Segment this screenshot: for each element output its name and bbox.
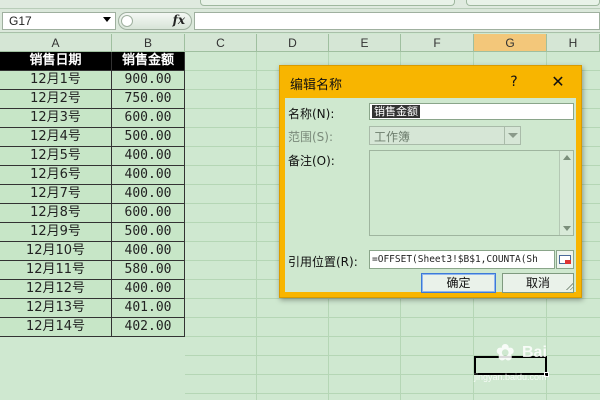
watermark-url: jingyan.baidu.com [474, 372, 547, 382]
amount-cell[interactable]: 400.00 [112, 185, 185, 204]
amount-cell[interactable]: 400.00 [112, 242, 185, 261]
amount-cell[interactable]: 400.00 [112, 280, 185, 299]
grid-line [256, 52, 257, 400]
amount-cell[interactable]: 400.00 [112, 166, 185, 185]
date-cell[interactable]: 12月13号 [0, 299, 112, 318]
edit-name-dialog: 编辑名称 ? ✕ 名称(N): 销售金额 范围(S): 工作簿 备注(O): 引… [279, 65, 582, 298]
formula-bar-controls[interactable]: fx [118, 12, 192, 30]
name-label: 名称(N): [288, 107, 335, 121]
amount-cell[interactable]: 600.00 [112, 109, 185, 128]
amount-cell[interactable]: 402.00 [112, 318, 185, 337]
scope-value: 工作簿 [374, 130, 411, 144]
range-select-icon-accent [565, 260, 571, 264]
formula-bar: G17 fx [0, 9, 600, 33]
ribbon-group[interactable] [466, 0, 600, 6]
name-box-value: G17 [9, 14, 32, 28]
date-cell[interactable]: 12月8号 [0, 204, 112, 223]
chevron-down-icon[interactable] [504, 127, 520, 144]
date-cell[interactable]: 12月4号 [0, 128, 112, 147]
amount-cell[interactable]: 750.00 [112, 90, 185, 109]
column-header-f[interactable]: F [401, 34, 474, 52]
notes-textarea[interactable] [369, 150, 574, 236]
scroll-up-icon[interactable] [563, 155, 571, 160]
date-cell[interactable]: 12月12号 [0, 280, 112, 299]
grid-line [185, 336, 600, 337]
column-header-c[interactable]: C [185, 34, 257, 52]
dialog-title: 编辑名称 [290, 78, 343, 93]
amount-cell[interactable]: 580.00 [112, 261, 185, 280]
dialog-body: 名称(N): 销售金额 范围(S): 工作簿 备注(O): 引用位置(R): =… [285, 98, 576, 293]
date-cell[interactable]: 12月6号 [0, 166, 112, 185]
formula-input[interactable] [194, 12, 600, 30]
ok-button[interactable]: 确定 [421, 273, 496, 293]
ribbon-strip [0, 0, 600, 9]
insert-function-icon[interactable]: fx [173, 13, 185, 27]
date-cell[interactable]: 12月10号 [0, 242, 112, 261]
date-cell[interactable]: 12月2号 [0, 90, 112, 109]
column-header-e[interactable]: E [329, 34, 401, 52]
column-header-b[interactable]: B [112, 34, 185, 52]
grid-line [185, 298, 600, 299]
ref-label: 引用位置(R): [288, 255, 358, 269]
date-cell[interactable]: 12月3号 [0, 109, 112, 128]
close-button[interactable]: ✕ [544, 70, 572, 94]
ribbon-group[interactable] [200, 0, 455, 6]
name-input-value: 销售金额 [372, 105, 420, 118]
amount-cell[interactable]: 401.00 [112, 299, 185, 318]
expand-handle-icon[interactable] [121, 15, 133, 27]
amount-cell[interactable]: 400.00 [112, 147, 185, 166]
scroll-down-icon[interactable] [563, 226, 571, 231]
resize-grip-icon[interactable] [566, 282, 574, 290]
date-cell[interactable]: 12月9号 [0, 223, 112, 242]
amount-cell[interactable]: 500.00 [112, 223, 185, 242]
collapse-dialog-button[interactable] [556, 250, 574, 269]
name-box[interactable]: G17 [2, 12, 116, 30]
amount-cell[interactable]: 600.00 [112, 204, 185, 223]
column-header-g[interactable]: G [474, 34, 547, 52]
grid-line [185, 393, 600, 394]
date-cell[interactable]: 12月5号 [0, 147, 112, 166]
name-input[interactable]: 销售金额 [369, 103, 574, 120]
date-cell[interactable]: 12月7号 [0, 185, 112, 204]
column-header-a[interactable]: A [0, 34, 112, 52]
amount-cell[interactable]: 900.00 [112, 71, 185, 90]
watermark-brand: Bai [522, 344, 547, 361]
column-header-d[interactable]: D [257, 34, 329, 52]
ref-input[interactable]: =OFFSET(Sheet3!$B$1,COUNTA(Sh [369, 250, 555, 269]
notes-label: 备注(O): [288, 154, 335, 168]
cancel-button[interactable]: 取消 [502, 273, 574, 293]
header-cell-amount[interactable]: 销售金额 [112, 52, 185, 71]
date-cell[interactable]: 12月11号 [0, 261, 112, 280]
grid-line [185, 317, 600, 318]
amount-cell[interactable]: 500.00 [112, 128, 185, 147]
scope-select[interactable]: 工作簿 [369, 126, 521, 145]
header-cell-date[interactable]: 销售日期 [0, 52, 112, 71]
date-cell[interactable]: 12月14号 [0, 318, 112, 337]
date-cell[interactable]: 12月1号 [0, 71, 112, 90]
watermark: ✿ Bai jingyan.baidu.com [470, 338, 598, 388]
column-header-h[interactable]: H [547, 34, 600, 52]
paw-logo-icon: ✿ [496, 340, 515, 365]
help-button[interactable]: ? [500, 70, 528, 94]
notes-scrollbar[interactable] [559, 151, 573, 235]
chevron-down-icon[interactable] [103, 17, 111, 22]
scope-label: 范围(S): [288, 130, 334, 144]
